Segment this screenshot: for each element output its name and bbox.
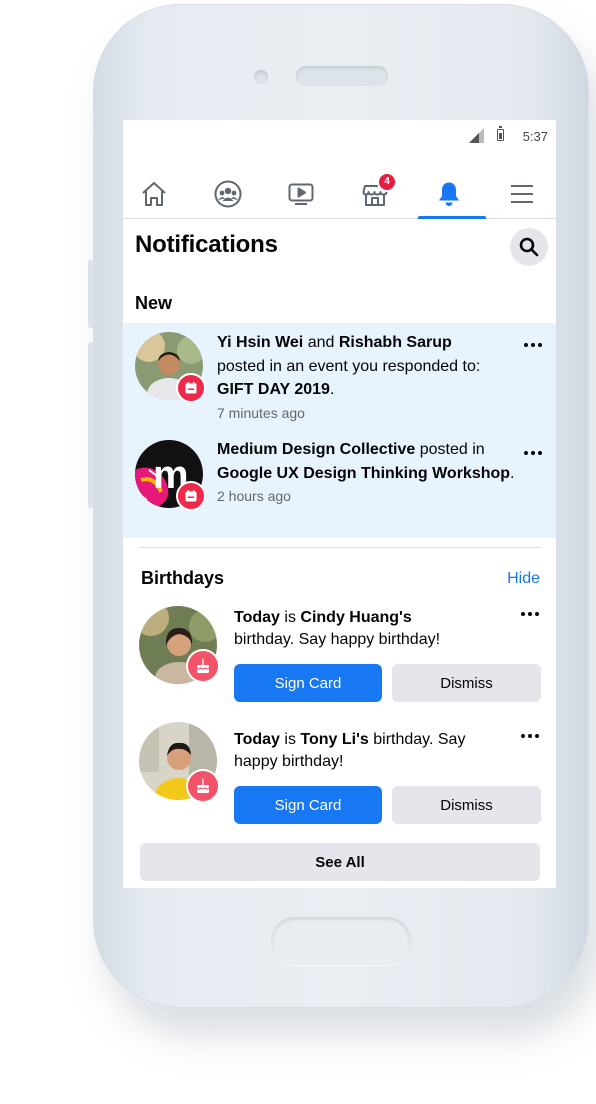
birthdays-title: Birthdays — [141, 568, 225, 588]
notification-target: Google UX Design Thinking Workshop — [217, 464, 511, 482]
more-options-button[interactable] — [521, 333, 545, 357]
more-dot — [521, 734, 525, 738]
birthday-today: Today — [234, 731, 280, 748]
calendar-event-icon — [185, 490, 197, 502]
top-nav-bar: 4 — [123, 170, 556, 219]
section-label-new: New — [135, 293, 173, 313]
event-badge — [176, 481, 206, 511]
sign-card-button[interactable]: Sign Card — [234, 664, 382, 702]
notification-text: Medium Design Collective posted in Googl… — [217, 438, 517, 509]
more-dot — [531, 343, 535, 347]
birthday-item: Today is Cindy Huang's birthday. Say hap… — [123, 600, 556, 710]
birthday-name: Cindy Huang's — [300, 609, 412, 626]
notification-action: posted in an event you responded to: — [217, 357, 481, 375]
birthday-cake-icon — [196, 658, 210, 673]
notification-target: GIFT DAY 2019 — [217, 381, 330, 398]
search-icon — [519, 237, 539, 257]
notification-suffix: . — [329, 381, 335, 398]
notification-actor: Medium Design Collective — [217, 441, 416, 458]
more-dot — [528, 734, 532, 738]
birthday-today: Today — [234, 609, 280, 626]
birthday-text: Today is Tony Li's birthday. Say happy b… — [234, 729, 494, 773]
birthday-is: is — [279, 731, 301, 748]
notification-text: Yi Hsin Wei and Rishabh Sarup posted in … — [217, 331, 517, 425]
more-dot — [535, 734, 539, 738]
dismiss-button[interactable]: Dismiss — [392, 664, 541, 702]
home-icon — [142, 182, 166, 206]
nav-menu[interactable] — [492, 170, 552, 218]
hide-birthdays-link[interactable]: Hide — [507, 570, 540, 588]
nav-home[interactable] — [124, 170, 184, 218]
search-button[interactable] — [510, 228, 548, 266]
phone-side-button-lower — [88, 342, 94, 508]
nav-marketplace[interactable]: 4 — [345, 170, 405, 218]
status-bar: 5:37 — [123, 120, 556, 156]
birthday-item: Today is Tony Li's birthday. Say happy b… — [123, 722, 556, 832]
battery-icon — [497, 126, 504, 141]
event-badge — [176, 373, 206, 403]
new-notifications-block: Yi Hsin Wei and Rishabh Sarup posted in … — [123, 323, 556, 538]
birthday-badge — [186, 649, 220, 683]
see-all-button[interactable]: See All — [140, 843, 540, 881]
front-camera — [254, 70, 268, 84]
more-dot — [535, 612, 539, 616]
birthday-message: birthday. Say happy birthday! — [234, 631, 441, 648]
status-time: 5:37 — [522, 129, 548, 144]
birthday-name: Tony Li's — [300, 731, 369, 748]
signal-icon — [469, 128, 484, 143]
more-dot — [531, 451, 535, 455]
more-options-button[interactable] — [518, 602, 542, 626]
notification-actor: Rishabh Sarup — [338, 334, 452, 351]
birthday-cake-icon — [196, 778, 210, 793]
marketplace-badge: 4 — [379, 174, 395, 190]
more-options-button[interactable] — [521, 441, 545, 465]
more-options-button[interactable] — [518, 724, 542, 748]
section-divider — [139, 547, 540, 548]
bell-icon — [439, 182, 459, 206]
notification-item[interactable]: Yi Hsin Wei and Rishabh Sarup posted in … — [123, 323, 556, 431]
nav-notifications[interactable] — [418, 170, 486, 219]
notification-time: 7 minutes ago — [217, 404, 305, 421]
calendar-event-icon — [185, 382, 197, 394]
more-dot — [528, 612, 532, 616]
sign-card-button[interactable]: Sign Card — [234, 786, 382, 824]
nav-watch[interactable] — [271, 170, 331, 218]
earpiece-speaker — [296, 66, 388, 86]
app-screen: 5:37 4 Notifications New Yi Hsin Wei and… — [123, 120, 556, 888]
nav-active-indicator — [418, 216, 486, 219]
more-dot — [521, 612, 525, 616]
groups-icon — [214, 180, 242, 208]
more-dot — [524, 451, 528, 455]
notification-time: 2 hours ago — [217, 488, 291, 504]
notification-action: posted in — [415, 441, 485, 458]
birthday-is: is — [279, 609, 301, 626]
notification-actor: Yi Hsin Wei — [217, 334, 304, 351]
more-dot — [538, 343, 542, 347]
watch-video-icon — [288, 183, 314, 205]
page-title: Notifications — [135, 231, 278, 258]
birthday-badge — [186, 769, 220, 803]
more-dot — [524, 343, 528, 347]
phone-side-button-upper — [88, 260, 94, 328]
hamburger-menu-icon — [511, 185, 533, 203]
more-dot — [538, 451, 542, 455]
home-button[interactable] — [271, 917, 411, 965]
nav-groups[interactable] — [198, 170, 258, 218]
dismiss-button[interactable]: Dismiss — [392, 786, 541, 824]
notification-item[interactable]: m Medium Design Collective posted in Goo… — [123, 431, 556, 538]
notification-suffix: . — [510, 464, 515, 482]
notification-connector: and — [303, 334, 339, 351]
birthday-text: Today is Cindy Huang's birthday. Say hap… — [234, 607, 494, 651]
